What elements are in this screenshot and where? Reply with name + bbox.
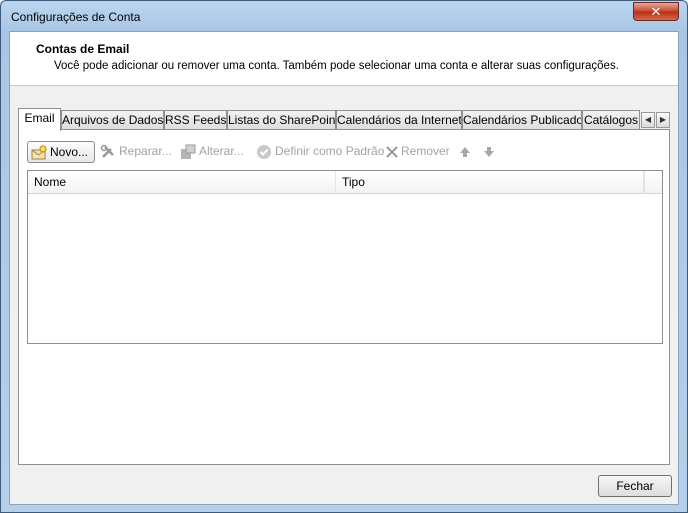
close-icon: ✕ [650,4,662,19]
header-panel: Contas de Email Você pode adicionar ou r… [10,32,678,86]
repair-label: Reparar... [119,144,172,158]
new-account-button[interactable]: Novo... [27,141,95,163]
new-account-label: Novo... [50,145,89,159]
tab-scroll-right-button[interactable]: ▶ [656,112,670,128]
close-window-button[interactable]: ✕ [633,2,679,21]
arrow-down-icon [484,147,494,157]
column-header-name[interactable]: Nome [28,171,336,194]
tab-rss-feeds[interactable]: RSS Feeds [164,110,227,130]
tab-internet-calendars[interactable]: Calendários da Internet [336,110,462,130]
header-title: Contas de Email [36,42,130,56]
tab-catalogs[interactable]: Catálogos [582,110,640,130]
tab-sharepoint-lists[interactable]: Listas do SharePoint [227,110,336,130]
change-account-icon [181,144,196,159]
change-button[interactable]: Alterar... [179,141,251,163]
account-toolbar: Novo... Reparar... Alterar... Definir co… [27,141,657,163]
header-subtitle: Você pode adicionar ou remover uma conta… [54,60,619,72]
checkmark-icon [257,145,271,159]
tab-scroll-left-button[interactable]: ◀ [641,112,655,128]
column-header-type[interactable]: Tipo [336,171,644,194]
tab-published-calendars[interactable]: Calendários Publicados [462,110,582,130]
close-dialog-button[interactable]: Fechar [598,475,672,497]
title-bar[interactable]: Configurações de Conta ✕ [1,1,687,31]
set-default-label: Definir como Padrão [275,144,385,158]
account-settings-window: Configurações de Conta ✕ Contas de Email… [0,0,688,513]
set-default-button[interactable]: Definir como Padrão [255,141,384,163]
new-email-account-icon [31,145,47,160]
tab-data-files[interactable]: Arquivos de Dados [61,110,164,130]
remove-label: Remover [401,144,450,158]
move-down-button[interactable] [481,141,495,163]
column-header-filler [644,171,662,194]
list-header: Nome Tipo [28,171,662,194]
move-up-button[interactable] [457,141,471,163]
arrow-up-icon [460,147,470,157]
tab-strip: Email Arquivos de Dados RSS Feeds Listas… [18,108,670,131]
account-list[interactable]: Nome Tipo [27,170,663,344]
dialog-client-area: Contas de Email Você pode adicionar ou r… [9,31,679,505]
repair-tools-icon [100,144,114,158]
chevron-left-icon: ◀ [644,115,652,124]
remove-x-icon [386,146,398,158]
repair-button[interactable]: Reparar... [99,141,175,163]
email-tab-panel: Novo... Reparar... Alterar... Definir co… [18,129,670,465]
window-title: Configurações de Conta [11,10,141,24]
change-label: Alterar... [199,144,244,158]
tab-email[interactable]: Email [18,108,61,131]
chevron-right-icon: ▶ [659,115,667,124]
remove-button[interactable]: Remover [383,141,450,163]
